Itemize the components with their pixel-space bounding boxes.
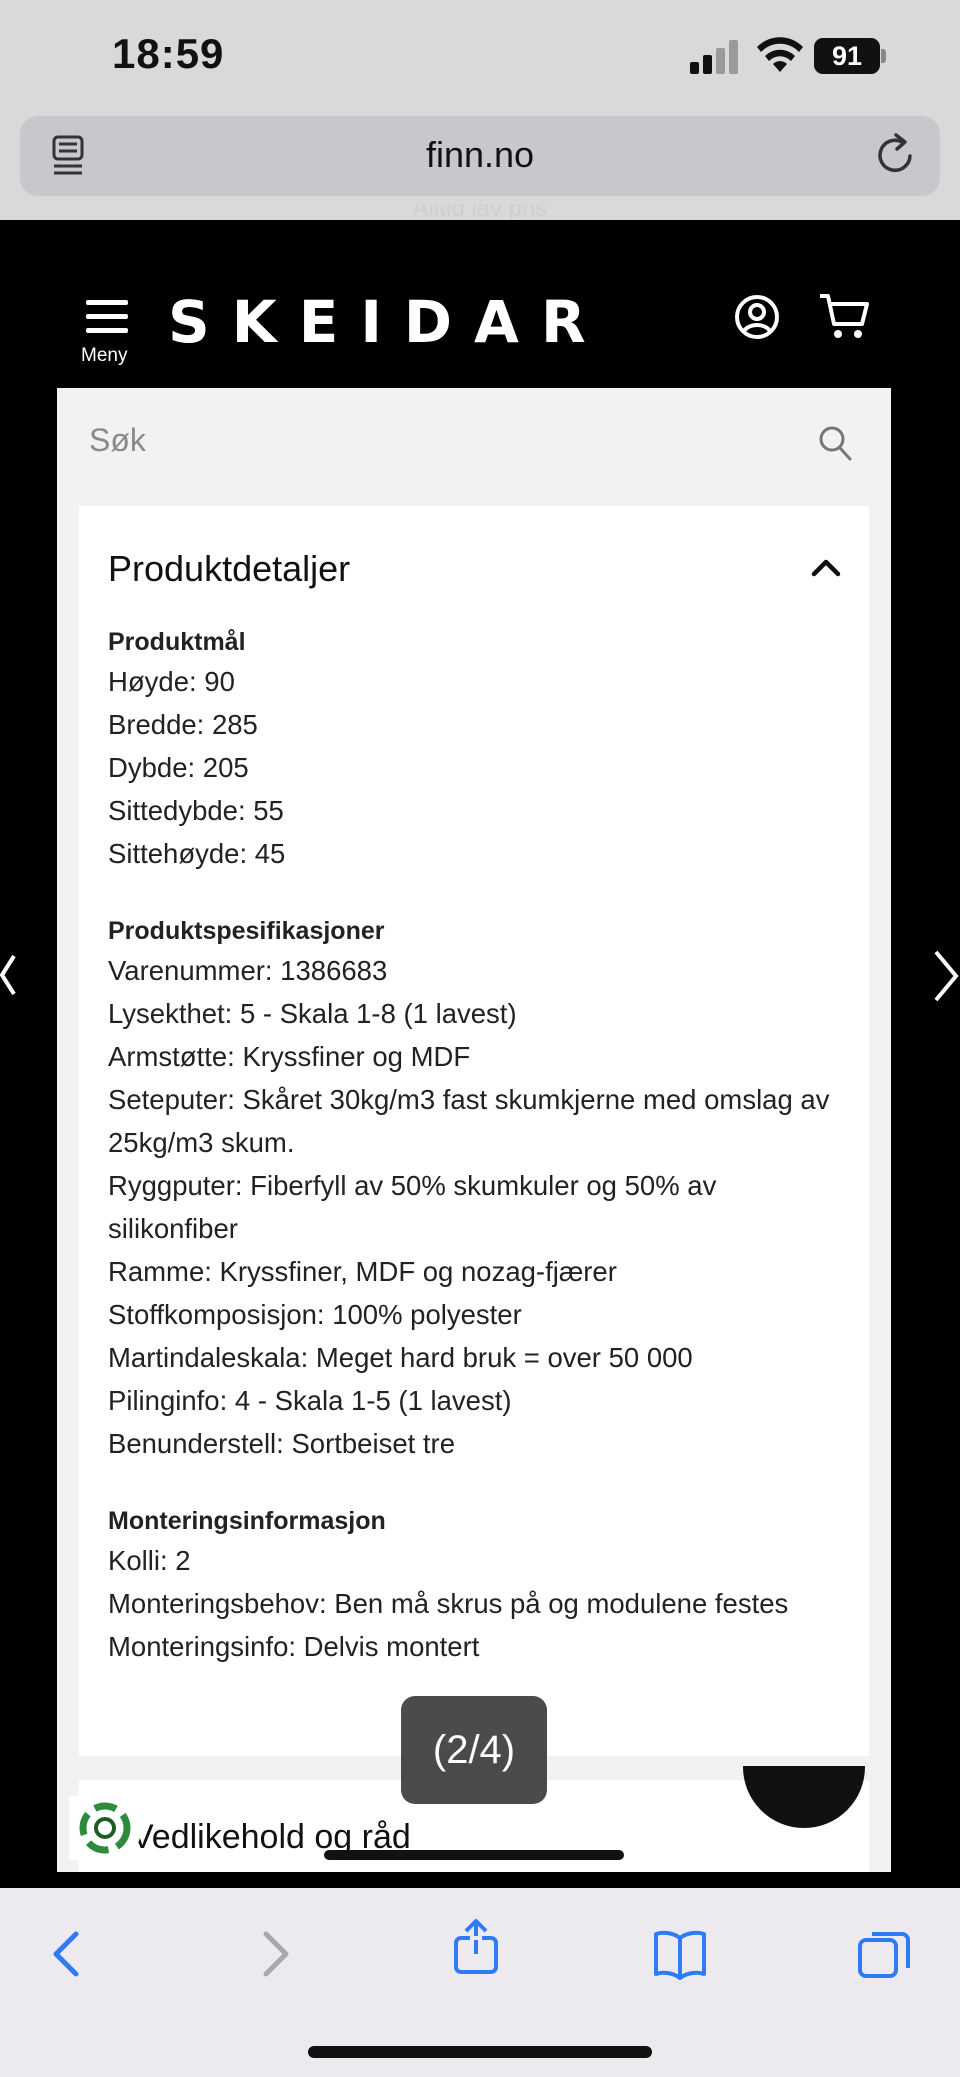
forward-icon[interactable]	[246, 1926, 302, 1982]
wifi-icon	[757, 37, 803, 72]
status-time: 18:59	[112, 30, 225, 77]
menu-label: Meny	[81, 345, 128, 366]
detail-line: Dybde: 205	[108, 752, 249, 783]
detail-line: Martindaleskala: Meget hard bruk = over …	[108, 1342, 693, 1373]
details-group: Produktspesifikasjoner Varenummer: 13866…	[108, 913, 848, 1465]
site-header: SKEIDAR	[0, 220, 960, 388]
back-icon[interactable]	[40, 1926, 96, 1982]
group-heading: Produktmål	[108, 628, 246, 656]
chevron-up-icon[interactable]	[809, 552, 843, 582]
image-counter: (2/4)	[401, 1696, 547, 1804]
detail-line: Seteputer: Skåret 30kg/m3 fast skumkjern…	[108, 1084, 830, 1158]
cart-icon[interactable]	[818, 292, 870, 340]
hamburger-icon	[86, 300, 128, 333]
detail-line: Monteringsinfo: Delvis montert	[108, 1631, 480, 1662]
status-bar: 18:59 91 finn.no	[0, 0, 960, 220]
detail-line: Høyde: 90	[108, 666, 235, 697]
chevron-left-icon[interactable]	[0, 950, 20, 1000]
detail-line: Pilinginfo: 4 - Skala 1-5 (1 lavest)	[108, 1385, 512, 1416]
product-details-card: Produktdetaljer Produktmål Høyde: 90 Bre…	[79, 506, 869, 1756]
product-details-title[interactable]: Produktdetaljer	[108, 548, 350, 590]
group-heading: Monteringsinformasjon	[108, 1507, 386, 1535]
recycle-icon	[79, 1802, 131, 1854]
tabs-icon[interactable]	[856, 1926, 912, 1982]
share-icon[interactable]	[448, 1918, 504, 1974]
detail-line: Lysekthet: 5 - Skala 1-8 (1 lavest)	[108, 998, 517, 1029]
battery-indicator: 91	[814, 38, 886, 74]
site-logo[interactable]: SKEIDAR	[168, 288, 608, 356]
address-bar[interactable]: finn.no	[20, 116, 940, 196]
detail-line: Armstøtte: Kryssfiner og MDF	[108, 1041, 471, 1072]
bookmarks-icon[interactable]	[652, 1926, 708, 1982]
detail-line: Benunderstell: Sortbeiset tre	[108, 1428, 455, 1459]
recycle-badge[interactable]	[69, 1796, 141, 1860]
battery-level: 91	[814, 38, 880, 74]
detail-line: Bredde: 285	[108, 709, 258, 740]
details-group: Monteringsinformasjon Kolli: 2 Montering…	[108, 1503, 848, 1668]
url-text[interactable]: finn.no	[20, 134, 940, 176]
search-icon[interactable]	[817, 424, 853, 462]
detail-line: Sittedybde: 55	[108, 795, 284, 826]
viewer-handle	[324, 1850, 624, 1860]
detail-line: Ryggputer: Fiberfyll av 50% skumkuler og…	[108, 1170, 717, 1244]
search-bar[interactable]: Søk	[57, 388, 891, 498]
home-indicator	[308, 2046, 652, 2058]
detail-line: Stoffkomposisjon: 100% polyester	[108, 1299, 522, 1330]
detail-line: Monteringsbehov: Ben må skrus på og modu…	[108, 1588, 789, 1619]
detail-line: Ramme: Kryssfiner, MDF og nozag-fjærer	[108, 1256, 617, 1287]
reload-icon[interactable]	[874, 132, 918, 178]
product-details-list: Produktmål Høyde: 90 Bredde: 285 Dybde: …	[108, 624, 848, 1706]
detail-line: Kolli: 2	[108, 1545, 191, 1576]
group-heading: Produktspesifikasjoner	[108, 917, 385, 945]
account-icon[interactable]	[734, 294, 780, 340]
content-panel: Søk Produktdetaljer Produktmål Høyde: 90…	[57, 388, 891, 1872]
details-group: Produktmål Høyde: 90 Bredde: 285 Dybde: …	[108, 624, 848, 875]
chevron-right-icon[interactable]	[930, 946, 960, 1006]
browser-toolbar	[0, 1888, 960, 2077]
detail-line: Varenummer: 1386683	[108, 955, 388, 986]
detail-line: Sittehøyde: 45	[108, 838, 286, 869]
search-input[interactable]: Søk	[89, 422, 146, 459]
signal-icon	[690, 40, 738, 74]
